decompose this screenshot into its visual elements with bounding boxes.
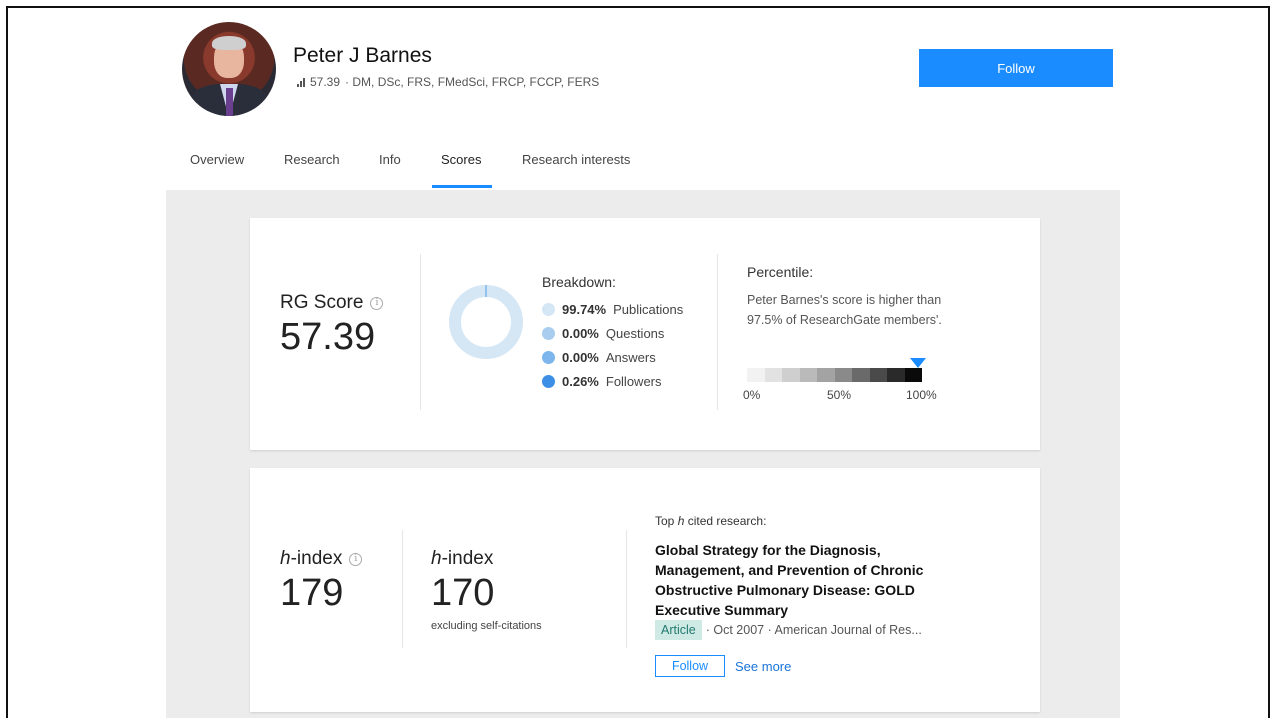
h-index-excl-value: 170 [431,572,495,614]
h-index-h: h [280,548,291,569]
rg-score-label: RG Score [280,292,364,313]
breakdown-label: Answers [605,350,656,365]
h-index-heading: h-index i [280,548,363,570]
scores-content: RG Score i 57.39 Breakdown: 99.74% Public… [166,190,1120,718]
see-more-link[interactable]: See more [735,659,791,674]
breakdown-row: 99.74% Publications [542,302,683,317]
percentile-tick: 50% [827,388,852,402]
paper-title-link[interactable]: Global Strategy for the Diagnosis, Manag… [655,540,955,620]
percentile-text: Peter Barnes's score is higher than 97.5… [747,293,942,327]
percentile-marker-icon [910,358,926,368]
breakdown-pct: 0.26% [562,374,599,389]
tab-info[interactable]: Info [379,152,401,167]
rg-score-bars-icon [297,77,305,87]
legend-dot-followers [542,375,555,388]
h-index-excl-heading: h-index [431,548,493,570]
rg-score-heading: RG Score i [280,292,384,314]
top-cited-prefix: Top [655,514,678,528]
follow-button[interactable]: Follow [919,49,1113,87]
profile-tabs: Overview Research Info Scores Research i… [166,140,1120,190]
h-index-card: h-index i 179 h-index 170 excluding self… [250,468,1040,712]
profile-score: 57.39 [310,75,341,89]
profile-subline: 57.39 · DM, DSc, FRS, FMedSci, FRCP, FCC… [297,75,599,89]
active-tab-indicator [432,185,492,188]
article-badge: Article [655,620,702,640]
breakdown-pct: 99.74% [562,302,607,317]
divider [420,254,421,410]
divider [402,530,403,648]
info-icon[interactable]: i [349,552,363,566]
avatar[interactable] [182,22,276,116]
percentile-title: Percentile: [747,264,814,280]
breakdown-title: Breakdown: [542,274,616,290]
breakdown-pct: 0.00% [562,326,599,341]
h-index-suffix: -index [441,548,494,569]
breakdown-label: Followers [605,374,662,389]
tab-scores[interactable]: Scores [441,152,481,167]
follow-research-button[interactable]: Follow [655,655,725,677]
h-index-h: h [431,548,442,569]
donut-publications [449,285,523,359]
rg-score-card: RG Score i 57.39 Breakdown: 99.74% Public… [250,218,1040,450]
breakdown-donut-chart [449,285,523,359]
breakdown-row: 0.00% Questions [542,326,664,341]
legend-dot-answers [542,351,555,364]
percentile-tick: 0% [743,388,761,402]
paper-meta-text: · Oct 2007 · American Journal of Res... [705,623,922,637]
breakdown-row: 0.26% Followers [542,374,662,389]
h-index-excl-sub: excluding self-citations [431,620,542,632]
legend-dot-questions [542,327,555,340]
h-index-value: 179 [280,572,344,614]
divider [717,254,718,410]
h-index-suffix: -index [290,548,343,569]
legend-dot-publications [542,303,555,316]
top-cited-suffix: cited research: [684,514,767,528]
info-icon[interactable]: i [370,296,384,310]
percentile-tick: 100% [906,388,937,402]
profile-name[interactable]: Peter J Barnes [293,44,432,68]
tab-research[interactable]: Research [284,152,340,167]
profile-credentials: · DM, DSc, FRS, FMedSci, FRCP, FCCP, FER… [345,75,600,89]
breakdown-label: Questions [605,326,665,341]
breakdown-pct: 0.00% [562,350,599,365]
paper-meta: Article · Oct 2007 · American Journal of… [655,620,922,640]
breakdown-label: Publications [613,302,684,317]
rg-score-value: 57.39 [280,316,376,358]
percentile-bar [747,368,922,382]
breakdown-row: 0.00% Answers [542,350,656,365]
divider [626,530,627,648]
top-cited-heading: Top h cited research: [655,514,766,528]
screenshot-frame: Peter J Barnes 57.39 · DM, DSc, FRS, FMe… [6,6,1270,718]
tab-overview[interactable]: Overview [190,152,244,167]
tab-research-interests[interactable]: Research interests [522,152,630,167]
